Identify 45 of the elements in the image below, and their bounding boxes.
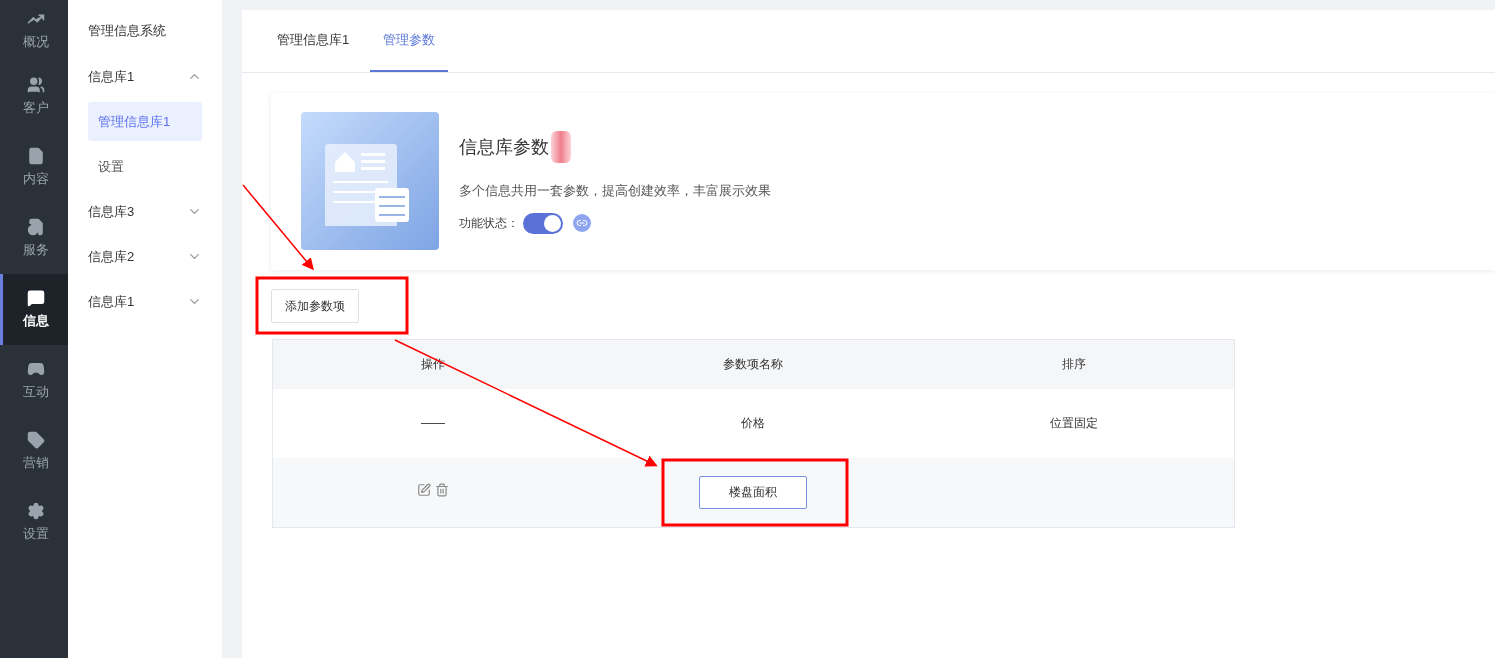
column-header: 参数项名称: [593, 339, 914, 389]
tag-icon: [26, 430, 45, 449]
rail-item[interactable]: 信息: [0, 274, 68, 345]
trash-icon[interactable]: [435, 482, 450, 497]
edit-icon[interactable]: [417, 482, 432, 497]
sidebar-group[interactable]: 信息库3: [88, 189, 202, 234]
rail-label: 信息: [22, 311, 49, 330]
rail-item[interactable]: 客户: [0, 61, 68, 132]
settings-icon: [26, 501, 45, 520]
card-title: 信息库参数: [459, 135, 549, 159]
rail-label: 互动: [22, 382, 49, 401]
link-icon[interactable]: [573, 214, 591, 232]
rail-label: 客户: [22, 98, 49, 117]
sidebar-item[interactable]: 设置: [88, 147, 202, 186]
column-header: 排序: [913, 339, 1235, 389]
rail-label: 营销: [22, 453, 49, 472]
table-cell: 价格: [593, 388, 914, 458]
rail-item[interactable]: 互动: [0, 345, 68, 416]
rail-label: 设置: [22, 524, 49, 543]
tab[interactable]: 管理信息库1: [264, 10, 363, 72]
document-icon: [26, 146, 45, 165]
add-parameter-button[interactable]: 添加参数项: [271, 289, 359, 323]
sidebar-title: 管理信息系统: [88, 22, 167, 40]
table-cell: ——: [272, 388, 594, 458]
tab[interactable]: 管理参数: [370, 10, 449, 72]
sidebar-item[interactable]: 管理信息库1: [88, 102, 202, 141]
rail-label: 概况: [22, 32, 49, 51]
status-switch[interactable]: [523, 212, 563, 234]
rail-item[interactable]: 概况: [0, 0, 68, 61]
rail-item[interactable]: 服务: [0, 203, 68, 274]
status-label: 功能状态：: [459, 215, 519, 232]
message-icon: [26, 288, 45, 307]
name-input[interactable]: 楼盘面积: [699, 475, 808, 509]
rail-item[interactable]: 设置: [0, 487, 68, 558]
rail-label: 内容: [22, 169, 49, 188]
sidebar-group[interactable]: 信息库2: [88, 234, 202, 279]
sidebar-group[interactable]: 信息库1: [88, 54, 202, 99]
redaction-mark: [551, 131, 571, 163]
rail-item[interactable]: 内容: [0, 132, 68, 203]
card-description: 多个信息共用一套参数，提高创建效率，丰富展示效果: [459, 182, 771, 200]
sidebar-group[interactable]: 信息库1: [88, 279, 202, 324]
table-cell: 位置固定: [913, 388, 1235, 458]
rail-item[interactable]: 营销: [0, 416, 68, 487]
rail-label: 服务: [22, 240, 49, 259]
users-icon: [26, 75, 45, 94]
